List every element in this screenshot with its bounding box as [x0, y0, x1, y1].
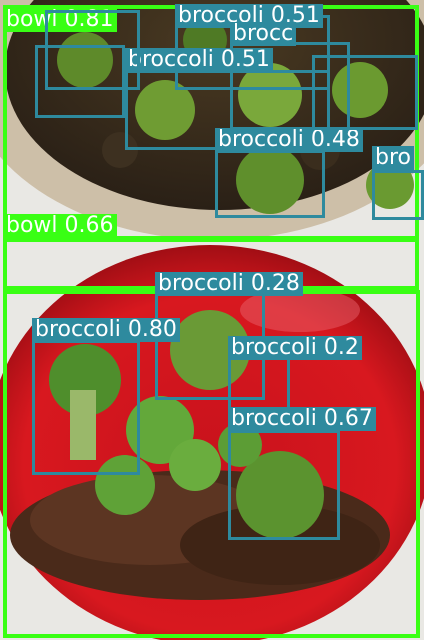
broccoli-detection-label: broccoli 0.2 [228, 336, 362, 360]
broccoli-detection-box [215, 150, 325, 218]
broccoli-detection-label: broccoli 0.48 [215, 128, 363, 152]
broccoli-detection-box [35, 45, 125, 118]
broccoli-detection-label: broccoli 0.28 [155, 272, 303, 296]
broccoli-detection-box [372, 170, 424, 220]
broccoli-detection-box [228, 430, 340, 540]
broccoli-detection-label: broccoli 0.80 [32, 318, 180, 342]
broccoli-detection-label: brocc [230, 22, 297, 46]
bowl-detection-label: bowl 0.66 [3, 214, 117, 238]
broccoli-detection-box [312, 55, 418, 130]
broccoli-detection-box [228, 355, 290, 410]
broccoli-detection-box [32, 340, 140, 475]
broccoli-detection-label: broccoli 0.51 [125, 48, 273, 72]
broccoli-detection-label: bro [372, 146, 414, 170]
broccoli-detection-label: broccoli 0.67 [228, 407, 376, 431]
detection-image: bowl 0.81 bowl 0.66 broccoli 0.51 brocc broc… [0, 0, 424, 640]
